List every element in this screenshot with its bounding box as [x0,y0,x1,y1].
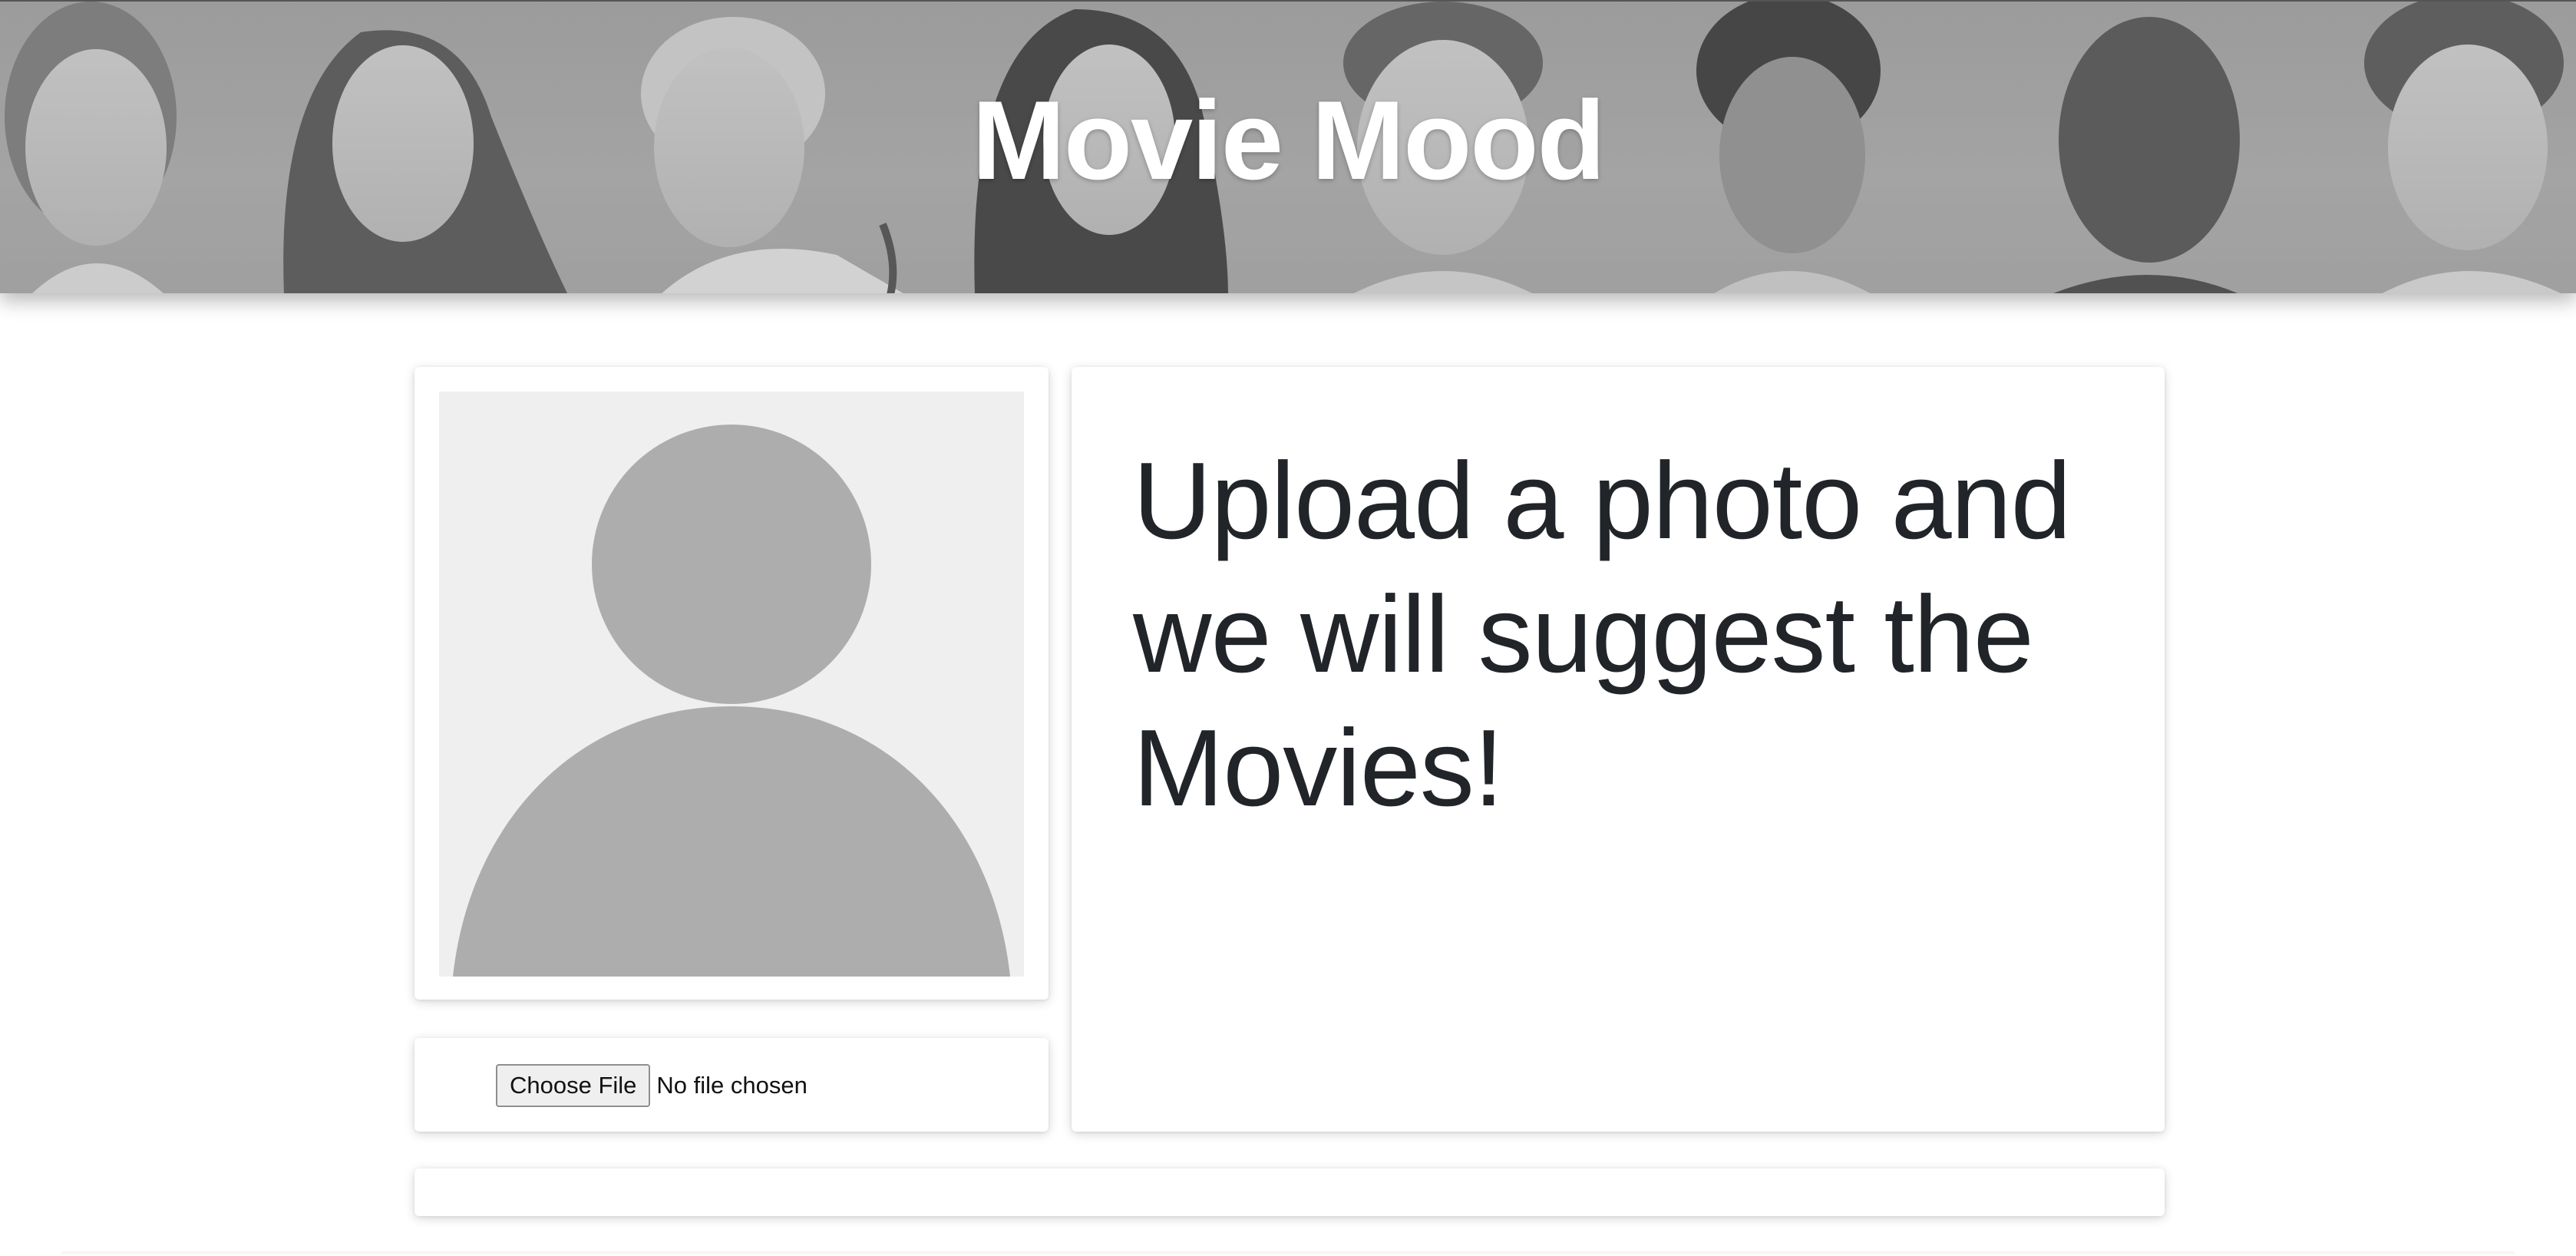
results-card [414,1168,2165,1216]
headline-text: Upload a photo and we will suggest the M… [1133,440,2072,829]
suggestion-card: Upload a photo and we will suggest the M… [1072,367,2165,1132]
avatar-placeholder-icon [439,392,1024,977]
file-input[interactable]: Choose File No file chosen [496,1064,807,1107]
header-banner: Movie Mood [0,0,2576,293]
file-upload-card: Choose File No file chosen [414,1038,1049,1132]
photo-preview-card [414,367,1049,1000]
choose-file-button[interactable]: Choose File [496,1064,651,1107]
page-divider [61,1251,2515,1256]
app-title: Movie Mood [972,78,1606,203]
file-status-text: No file chosen [656,1072,807,1099]
